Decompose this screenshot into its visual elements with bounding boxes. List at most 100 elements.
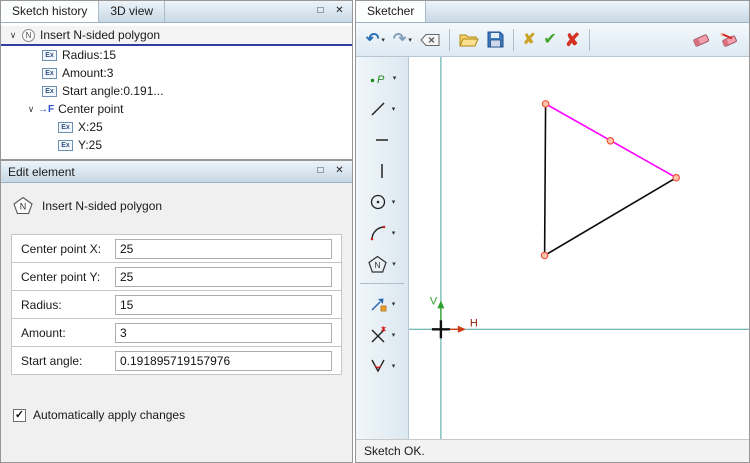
chevron-down-icon[interactable]: ▾ (392, 229, 396, 237)
arc-tool[interactable]: ▾ (358, 218, 406, 247)
validate-sketch-button[interactable]: ✔ (540, 30, 559, 50)
amount-input[interactable] (115, 322, 332, 343)
tree-item-start-angle[interactable]: Ex Start angle:0.191... (1, 82, 352, 100)
expression-icon: Ex (42, 49, 57, 61)
fillet-tool-icon (371, 359, 385, 372)
tree-item-label: Start angle:0.191... (62, 84, 164, 98)
center-x-input[interactable] (115, 238, 332, 259)
start-angle-input[interactable] (115, 350, 332, 371)
vertex-marker[interactable] (540, 251, 549, 260)
chevron-down-icon[interactable]: ▾ (392, 198, 396, 206)
tree-item-radius[interactable]: Ex Radius:15 (1, 46, 352, 64)
line-tool[interactable]: ▾ (358, 94, 406, 123)
circle-tool-icon (370, 194, 385, 209)
tree-item-x[interactable]: Ex X:25 (1, 118, 352, 136)
delete-sketch-button[interactable]: ✘ (562, 29, 583, 51)
float-button[interactable]: □ (311, 163, 330, 180)
chevron-down-icon[interactable]: ▾ (392, 362, 396, 370)
tree-item-label: X:25 (78, 120, 103, 134)
svg-text:P: P (377, 74, 385, 86)
tree-item-amount[interactable]: Ex Amount:3 (1, 64, 352, 82)
undo-button[interactable]: ↶ ▾ (363, 30, 388, 50)
eraser-icon (693, 34, 710, 47)
eraser-button[interactable] (688, 29, 714, 50)
status-bar: Sketch OK. (356, 439, 749, 462)
field-row-amount: Amount: (11, 318, 342, 347)
cancel-icon: ✘ (522, 31, 536, 48)
svg-text:N: N (20, 202, 27, 212)
auto-apply-row[interactable]: ✓ Automatically apply changes (11, 408, 342, 422)
expression-icon: Ex (58, 121, 73, 133)
field-row-center-y: Center point Y: (11, 262, 342, 291)
field-label: Radius: (21, 297, 62, 312)
vertical-line-tool[interactable] (358, 156, 406, 185)
save-button[interactable] (484, 29, 507, 50)
transform-tool[interactable]: ▾ (358, 289, 406, 318)
checkbox-icon[interactable]: ✓ (13, 408, 26, 422)
horizontal-line-tool[interactable] (358, 125, 406, 154)
edit-element-panel: Edit element □ ✕ N Insert N-sided polygo… (0, 160, 353, 463)
polygon-edges[interactable] (543, 103, 677, 257)
sketch-canvas[interactable]: H V (409, 57, 749, 439)
point-tool[interactable]: P ▾ (358, 63, 406, 92)
chevron-down-icon[interactable]: ▾ (408, 36, 412, 44)
history-tabbar: Sketch history 3D view □ ✕ (1, 1, 352, 23)
sketcher-workarea: P ▾ ▾ ▾ ▾ N ▾ ▾ ▾ ▾ H V (356, 57, 749, 439)
save-icon (487, 31, 504, 48)
history-tree: ∨ N Insert N-sided polygon Ex Radius:15 … (1, 23, 352, 159)
vertical-line-tool-icon (381, 163, 383, 178)
field-label: Start angle: (21, 353, 83, 368)
fillet-tool[interactable]: ▾ (358, 351, 406, 380)
eraser-pencil-button[interactable] (716, 29, 742, 50)
tree-item-insert-polygon[interactable]: ∨ N Insert N-sided polygon (1, 26, 352, 46)
circle-tool[interactable]: ▾ (358, 187, 406, 216)
tree-item-center-point[interactable]: ∨ →F Center point (1, 100, 352, 118)
toolbar-separator (448, 28, 450, 51)
redo-button[interactable]: ↷ ▾ (390, 30, 415, 50)
radius-input[interactable] (115, 294, 332, 315)
field-row-radius: Radius: (11, 290, 342, 319)
chevron-down-icon[interactable]: ▾ (392, 260, 396, 268)
field-label: Amount: (21, 325, 66, 340)
toolbar-separator (588, 28, 590, 51)
edit-header-label: Insert N-sided polygon (42, 198, 163, 213)
chevron-down-icon[interactable]: ▾ (381, 36, 385, 44)
center-point-icon: →F (38, 103, 55, 115)
float-button[interactable]: □ (311, 3, 330, 20)
center-y-input[interactable] (115, 266, 332, 287)
cancel-sketch-button[interactable]: ✘ (520, 30, 539, 49)
open-button[interactable] (456, 30, 482, 50)
tools-separator (360, 283, 404, 284)
polygon-tool[interactable]: N ▾ (358, 249, 406, 278)
chevron-down-icon[interactable]: ▾ (392, 331, 396, 339)
chevron-down-icon[interactable]: ∨ (24, 104, 38, 115)
sketch-tools-column: P ▾ ▾ ▾ ▾ N ▾ ▾ ▾ ▾ (356, 57, 409, 439)
edit-element-body: N Insert N-sided polygon Center point X:… (1, 183, 352, 422)
tab-3d-view[interactable]: 3D view (99, 1, 166, 22)
edit-element-titlebar: Edit element □ ✕ (1, 161, 352, 183)
close-button[interactable]: ✕ (330, 3, 349, 20)
eraser-pencil-icon (720, 33, 737, 47)
field-row-start-angle: Start angle: (11, 346, 342, 375)
backspace-button[interactable] (417, 31, 443, 49)
tab-sketch-history[interactable]: Sketch history (1, 1, 100, 22)
tree-item-label: Radius:15 (62, 48, 117, 62)
h-axis-arrowhead (457, 325, 466, 333)
window-controls: □ ✕ (311, 163, 352, 180)
chevron-down-icon[interactable]: ▾ (392, 300, 396, 308)
polygon-icon: N (13, 196, 33, 215)
tree-item-label: Insert N-sided polygon (40, 28, 161, 42)
undo-icon: ↶ (366, 30, 380, 48)
trim-tool[interactable]: ▾ (358, 320, 406, 349)
chevron-down-icon[interactable]: ∨ (6, 30, 20, 41)
sketcher-tabbar: Sketcher (356, 1, 749, 23)
vertex-marker[interactable] (541, 100, 550, 108)
tree-item-y[interactable]: Ex Y:25 (1, 136, 352, 154)
vertex-marker[interactable] (672, 173, 681, 182)
tab-sketcher[interactable]: Sketcher (356, 1, 427, 22)
chevron-down-icon[interactable]: ▾ (393, 74, 397, 82)
close-button[interactable]: ✕ (330, 163, 349, 180)
midpoint-marker[interactable] (606, 136, 615, 145)
sketcher-toolbar: ↶ ▾ ↷ ▾ ✘ ✔ ✘ (356, 23, 749, 57)
chevron-down-icon[interactable]: ▾ (392, 105, 396, 113)
